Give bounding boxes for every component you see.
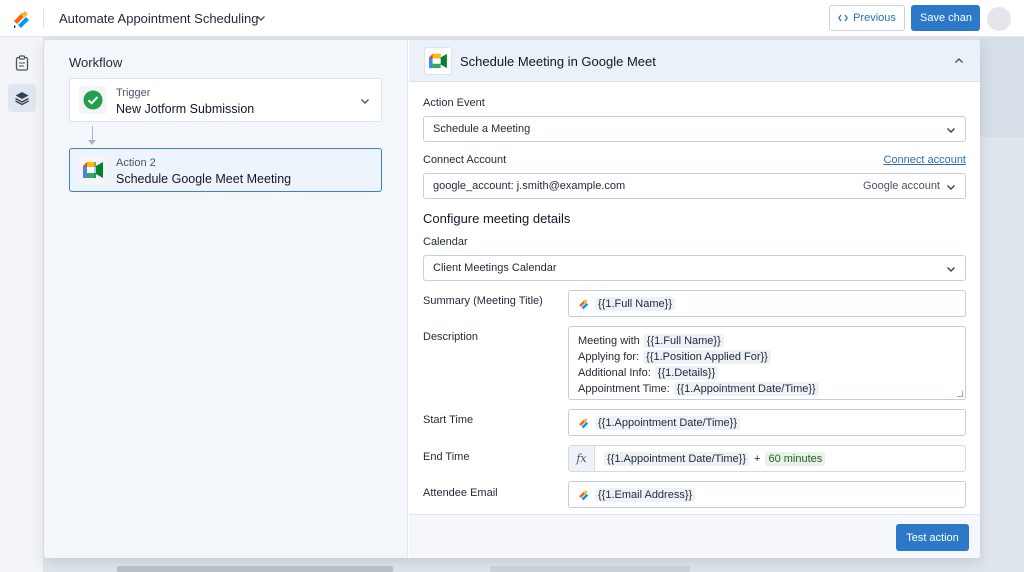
field-token[interactable]: {{1.Appointment Date/Time}} [673, 382, 819, 396]
operator-text: + [754, 452, 761, 465]
account-value: google_account: j.smith@example.com [433, 180, 626, 192]
google-meet-icon [83, 162, 103, 178]
connect-account-label: Connect Account [423, 154, 507, 166]
connect-account-link[interactable]: Connect account [883, 154, 966, 166]
code-brackets-icon [838, 14, 849, 22]
jotform-logo-icon [14, 11, 29, 28]
description-line: Additional Info: {{1.Details}} [578, 365, 956, 381]
jotform-field-icon [579, 489, 589, 500]
trigger-icon-box [79, 86, 107, 114]
end-time-field[interactable]: fx {{1.Appointment Date/Time}} + 60 minu… [568, 445, 966, 472]
jotform-field-icon [579, 417, 589, 428]
description-text: Additional Info: [578, 367, 651, 379]
duration-token[interactable]: 60 minutes [765, 451, 826, 466]
field-token[interactable]: {{1.Appointment Date/Time}} [595, 415, 741, 430]
save-changes-button[interactable]: Save chan [911, 5, 980, 31]
previous-button[interactable]: Previous [829, 5, 905, 31]
workflow-title[interactable]: Automate Appointment Scheduling [59, 11, 258, 26]
step-kind-label: Trigger [116, 87, 151, 99]
chevron-up-icon[interactable] [954, 56, 964, 66]
start-time-label: Start Time [423, 414, 474, 426]
top-bar: Automate Appointment Scheduling Previous… [0, 0, 1024, 37]
account-select[interactable]: google_account: j.smith@example.com Goog… [423, 173, 966, 199]
clipboard-icon [15, 55, 29, 71]
panel-icon-box [424, 47, 452, 75]
step-name-label: Schedule Google Meet Meeting [116, 172, 292, 186]
panel-footer: Test action [409, 514, 980, 558]
left-rail [0, 37, 44, 572]
field-token[interactable]: {{1.Appointment Date/Time}} [604, 451, 750, 466]
step-kind-label: Action 2 [116, 157, 156, 169]
description-textarea[interactable]: Meeting with {{1.Full Name}} Applying fo… [568, 326, 966, 400]
account-type-label: Google account [862, 180, 940, 192]
workflow-pane: Workflow Trigger New Jotform Submission [44, 40, 408, 558]
attendee-email-label: Attendee Email [423, 487, 498, 499]
check-circle-icon [83, 90, 103, 110]
formula-icon[interactable]: fx [569, 446, 595, 471]
action-icon-box [79, 156, 107, 184]
action-config-pane: Schedule Meeting in Google Meet Action E… [409, 40, 980, 558]
description-text: Applying for: [578, 351, 640, 363]
chevron-down-icon [947, 267, 955, 272]
layers-icon [15, 92, 29, 106]
action-event-select[interactable]: Schedule a Meeting [423, 116, 966, 142]
description-line: Appointment Time: {{1.Appointment Date/T… [578, 381, 956, 397]
calendar-label: Calendar [423, 236, 468, 248]
calendar-value: Client Meetings Calendar [433, 262, 557, 274]
summary-field[interactable]: {{1.Full Name}} [568, 290, 966, 317]
test-action-button[interactable]: Test action [896, 524, 969, 551]
description-line: Applying for: {{1.Position Applied For}} [578, 349, 956, 365]
jotform-field-icon [579, 298, 589, 309]
end-time-label: End Time [423, 451, 470, 463]
chevron-down-icon [947, 128, 955, 133]
start-time-field[interactable]: {{1.Appointment Date/Time}} [568, 409, 966, 436]
chevron-down-icon [947, 185, 955, 190]
workflow-heading: Workflow [69, 55, 123, 70]
field-token[interactable]: {{1.Position Applied For}} [643, 350, 771, 364]
connector-arrow-icon [88, 140, 96, 145]
field-token[interactable]: {{1.Full Name}} [643, 334, 724, 348]
step-name-label: New Jotform Submission [116, 102, 255, 116]
description-line: Meeting with {{1.Full Name}} [578, 333, 956, 349]
description-label: Description [423, 331, 479, 343]
background-blur [490, 566, 690, 572]
description-text: Meeting with [578, 335, 640, 347]
field-token[interactable]: {{1.Email Address}} [595, 487, 696, 502]
field-token[interactable]: {{1.Full Name}} [595, 296, 675, 311]
action-step-card[interactable]: Action 2 Schedule Google Meet Meeting [69, 148, 382, 192]
previous-label: Previous [853, 12, 896, 24]
chevron-down-icon[interactable] [360, 96, 370, 106]
resize-handle[interactable] [957, 391, 963, 397]
action-event-value: Schedule a Meeting [433, 123, 531, 135]
avatar[interactable] [987, 7, 1011, 31]
step-editor-modal: Workflow Trigger New Jotform Submission [44, 40, 980, 558]
configure-section-title: Configure meeting details [423, 211, 571, 226]
field-token[interactable]: {{1.Details}} [654, 366, 719, 380]
google-meet-icon [429, 53, 447, 69]
calendar-select[interactable]: Client Meetings Calendar [423, 255, 966, 281]
backdrop-strip [980, 37, 1024, 137]
summary-label: Summary (Meeting Title) [423, 295, 543, 307]
panel-header: Schedule Meeting in Google Meet [409, 40, 980, 82]
description-text: Appointment Time: [578, 383, 670, 395]
rail-item-workflows[interactable] [8, 84, 36, 112]
background-blur [117, 566, 393, 572]
action-event-label: Action Event [423, 97, 485, 109]
trigger-step-card[interactable]: Trigger New Jotform Submission [69, 78, 382, 122]
chevron-down-icon[interactable] [256, 13, 266, 23]
rail-item-forms[interactable] [8, 49, 36, 77]
attendee-email-field[interactable]: {{1.Email Address}} [568, 481, 966, 508]
topbar-divider [43, 9, 44, 28]
panel-title: Schedule Meeting in Google Meet [460, 54, 656, 69]
